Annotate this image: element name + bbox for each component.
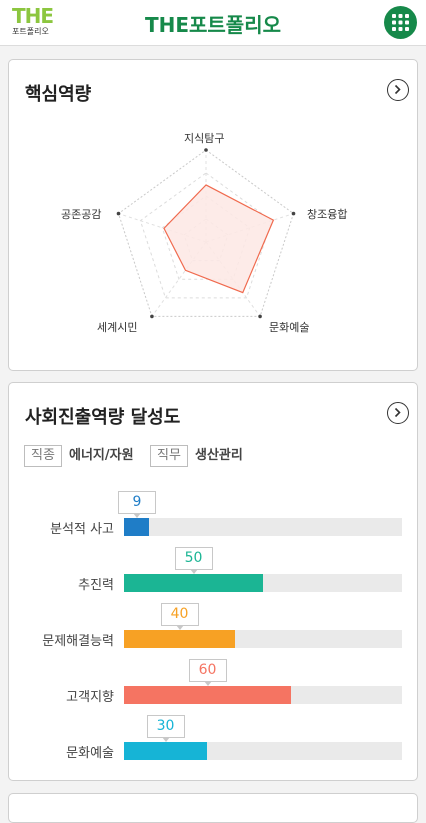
bar-value-label: 9	[118, 491, 156, 518]
bar-value-label: 30	[146, 715, 185, 742]
chevron-right-icon	[394, 407, 401, 418]
bar-fill	[124, 630, 235, 648]
radar-axis-label: 공존공감	[61, 208, 102, 221]
app-header: THE 포트폴리오 THE포트폴리오	[0, 0, 426, 46]
bar-fill	[124, 518, 149, 536]
job-duty-tag: 직무	[150, 445, 188, 467]
core-competency-card: 핵심역량 지식탐구 창조융합 문화예술 세계시민 공존공감	[8, 59, 418, 371]
job-duty-value: 생산관리	[195, 448, 243, 463]
bar-value-label: 60	[188, 659, 227, 686]
radar-axis-label: 창조융합	[307, 208, 348, 221]
bar-fill	[124, 574, 263, 592]
bar-label: 문제해결능력	[42, 634, 114, 649]
bar-track	[124, 518, 402, 536]
career-competency-title: 사회진출역량 달성도	[25, 407, 181, 428]
radar-axis-dot	[150, 314, 154, 319]
radar-axis-label: 지식탐구	[184, 132, 225, 145]
page-title: THE포트폴리오	[144, 13, 282, 37]
radar-axis-label: 세계시민	[97, 321, 138, 334]
grid-menu-button[interactable]	[384, 6, 417, 39]
job-type-tag: 직종	[24, 445, 62, 467]
bar-fill	[124, 686, 291, 704]
grid-menu-icon	[392, 14, 409, 31]
bar-track	[124, 630, 402, 648]
bar-label: 문화예술	[66, 746, 114, 761]
bar-fill	[124, 742, 207, 760]
radar-axis-dot	[258, 314, 262, 319]
bar-track	[124, 574, 402, 592]
bar-value-label: 50	[174, 547, 213, 574]
radar-axis-dot	[204, 148, 208, 152]
career-detail-button[interactable]	[387, 402, 409, 424]
bar-track	[124, 686, 402, 704]
bar-label: 추진력	[78, 578, 114, 593]
bar-label: 분석적 사고	[50, 522, 114, 537]
radar-axis-dot	[291, 211, 296, 216]
bar-track	[124, 742, 402, 760]
job-type-value: 에너지/자원	[69, 448, 134, 463]
radar-axis-dot	[116, 211, 121, 216]
radar-axis-label: 문화예술	[269, 321, 310, 334]
bar-label: 고객지향	[66, 690, 114, 705]
next-card	[8, 793, 418, 823]
bar-value-label: 40	[160, 603, 199, 630]
